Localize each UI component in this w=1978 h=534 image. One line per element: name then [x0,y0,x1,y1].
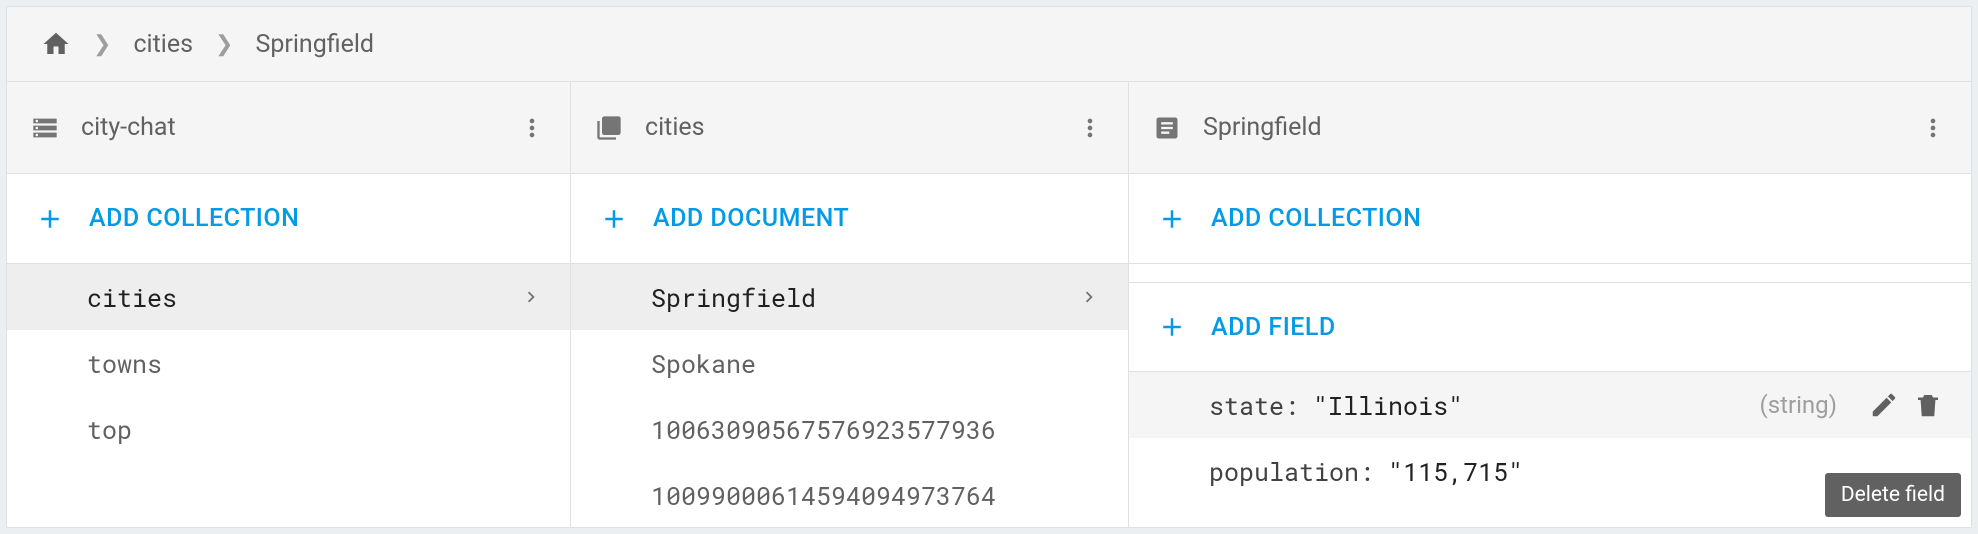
column-title: cities [645,113,1076,142]
column-header: city-chat [7,82,570,174]
add-label: ADD COLLECTION [1211,204,1421,233]
home-icon[interactable] [41,29,71,59]
document-column: Springfield ADD COLLECTION ADD FIELD sta… [1129,82,1971,527]
breadcrumb: ❯ cities ❯ Springfield [7,7,1971,82]
add-collection-button[interactable]: ADD COLLECTION [1129,174,1971,264]
add-label: ADD FIELD [1211,313,1336,342]
delete-icon[interactable] [1913,390,1943,420]
collection-item[interactable]: towns [7,330,570,396]
plus-icon [599,204,629,234]
field-row[interactable]: population 115,715 [1129,438,1971,504]
add-document-button[interactable]: ADD DOCUMENT [571,174,1128,264]
project-column: city-chat ADD COLLECTION cities towns to… [7,82,571,527]
column-header: Springfield [1129,82,1971,174]
storage-icon [31,114,59,142]
field-value: Illinois [1313,389,1463,422]
item-label: 10099000614594094973764 [651,479,1100,512]
document-list: Springfield Spokane 10063090567576923577… [571,264,1128,527]
field-key: state [1209,389,1313,422]
plus-icon [1157,204,1187,234]
item-label: top [87,413,542,446]
field-row[interactable]: state Illinois (string) [1129,372,1971,438]
item-label: towns [87,347,542,380]
collection-list: cities towns top [7,264,570,527]
more-vert-icon[interactable] [518,114,546,142]
collection-item[interactable]: cities [7,264,570,330]
item-label: cities [87,281,520,314]
more-vert-icon[interactable] [1919,114,1947,142]
document-item[interactable]: Spokane [571,330,1128,396]
column-title: city-chat [81,113,518,142]
plus-icon [1157,312,1187,342]
field-list: ADD FIELD state Illinois (string) popula… [1129,264,1971,527]
field-value: 115,715 [1388,455,1523,488]
add-field-button[interactable]: ADD FIELD [1129,282,1971,372]
plus-icon [35,204,65,234]
add-collection-button[interactable]: ADD COLLECTION [7,174,570,264]
item-label: 10063090567576923577936 [651,413,1100,446]
document-item[interactable]: 10099000614594094973764 [571,462,1128,527]
add-label: ADD COLLECTION [89,204,299,233]
more-vert-icon[interactable] [1076,114,1104,142]
column-title: Springfield [1203,113,1919,142]
item-label: Spokane [651,347,1100,380]
collection-icon [595,114,623,142]
collection-column: cities ADD DOCUMENT Springfield Spokane … [571,82,1129,527]
document-item[interactable]: Springfield [571,264,1128,330]
chevron-right-icon: ❯ [215,32,233,57]
edit-icon[interactable] [1869,390,1899,420]
chevron-right-icon [520,286,542,308]
item-label: Springfield [651,281,1078,314]
field-type: (string) [1759,391,1837,419]
chevron-right-icon: ❯ [93,32,111,57]
breadcrumb-item[interactable]: Springfield [255,30,374,59]
field-key: population [1209,455,1388,488]
column-header: cities [571,82,1128,174]
document-icon [1153,114,1181,142]
collection-item[interactable]: top [7,396,570,462]
add-label: ADD DOCUMENT [653,204,849,233]
breadcrumb-item[interactable]: cities [133,30,193,59]
document-item[interactable]: 10063090567576923577936 [571,396,1128,462]
chevron-right-icon [1078,286,1100,308]
